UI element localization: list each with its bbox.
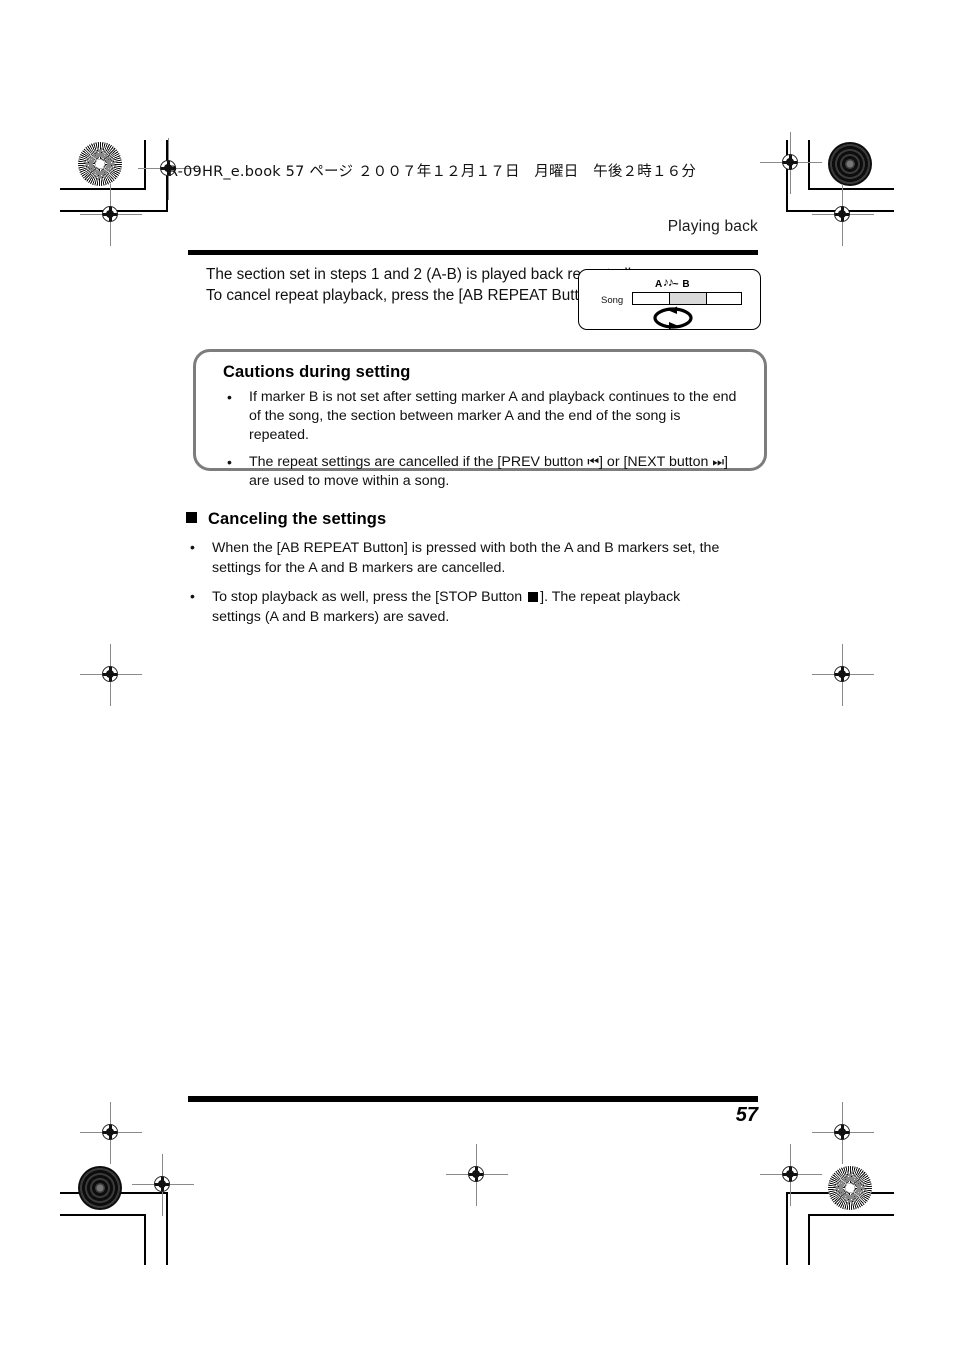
section-heading-label: Canceling the settings xyxy=(208,510,387,528)
canceling-item-2-text-before: To stop playback as well, press the [STO… xyxy=(212,589,527,605)
crop-mark-top-left xyxy=(60,140,210,250)
registration-mark-bottom-right-outer xyxy=(812,1102,874,1164)
caution-item-2-text-middle: ] or [NEXT button xyxy=(599,454,713,470)
next-button-icon: ⏭ xyxy=(712,455,725,470)
registration-mark-bottom-center xyxy=(446,1144,508,1206)
section-square-icon xyxy=(186,512,197,523)
canceling-list: • When the [AB REPEAT Button] is pressed… xyxy=(186,538,731,636)
timeline-segment-a-to-b xyxy=(669,293,708,304)
bullet-icon: • xyxy=(190,588,195,604)
caution-item-2-text-before: The repeat settings are cancelled if the… xyxy=(249,454,588,470)
registration-mark-top-left-outer xyxy=(80,184,142,246)
registration-mark-bottom-left-inner xyxy=(132,1154,194,1216)
caution-item-1: • If marker B is not set after setting m… xyxy=(223,388,743,445)
registration-mark-bottom-left-outer xyxy=(80,1102,142,1164)
header-rule xyxy=(188,250,758,255)
bullet-icon: • xyxy=(227,389,232,405)
song-timeline-bar xyxy=(632,292,742,305)
repeat-loop-icon xyxy=(653,306,693,330)
running-head: Playing back xyxy=(667,218,758,235)
bullet-icon: • xyxy=(227,454,232,470)
footer-rule xyxy=(188,1096,758,1102)
cautions-title: Cautions during setting xyxy=(223,363,411,381)
cautions-list: • If marker B is not set after setting m… xyxy=(223,388,743,499)
song-label: Song xyxy=(601,295,624,306)
registration-mark-top-right-outer xyxy=(812,184,874,246)
caution-item-2-text: The repeat settings are cancelled if the… xyxy=(249,453,743,491)
canceling-item-1: • When the [AB REPEAT Button] is pressed… xyxy=(186,538,731,578)
registration-mark-bottom-right-inner xyxy=(760,1144,822,1206)
caution-item-2: • The repeat settings are cancelled if t… xyxy=(223,453,743,491)
print-file-header: R-09HR_e.book 57 ページ ２００７年１２月１７日 月曜日 午後２… xyxy=(168,164,697,180)
marker-b-label: B xyxy=(682,279,691,290)
rosette-target-bottom-left xyxy=(78,1166,122,1210)
rosette-target-top-right xyxy=(828,142,872,186)
tilde-label: ~ xyxy=(672,279,680,290)
stop-square-icon xyxy=(528,592,539,602)
section-heading-canceling: Canceling the settings xyxy=(186,510,386,529)
intro-line-1: The section set in steps 1 and 2 (A-B) i… xyxy=(206,266,642,283)
crop-mark-bottom-left xyxy=(60,1150,210,1265)
cautions-callout: Cautions during setting • If marker B is… xyxy=(193,349,767,489)
canceling-item-2: • To stop playback as well, press the [S… xyxy=(186,587,731,627)
registration-mark-right-middle xyxy=(812,644,874,706)
manual-page: R-09HR_e.book 57 ページ ２００７年１２月１７日 月曜日 午後２… xyxy=(0,0,954,1351)
canceling-item-1-text: When the [AB REPEAT Button] is pressed w… xyxy=(212,540,720,576)
ab-marker-labels: A♪♪~ B xyxy=(655,275,691,290)
intro-line-2: To cancel repeat playback, press the [AB… xyxy=(206,287,646,304)
crop-mark-top-right xyxy=(744,140,894,250)
rosette-target-bottom-right xyxy=(828,1166,872,1210)
registration-mark-top-right-inner xyxy=(760,132,822,194)
rosette-target-top-left xyxy=(78,142,122,186)
registration-mark-left-middle xyxy=(80,644,142,706)
music-note-icon: ♪♪ xyxy=(662,275,674,289)
timeline-segment-after-b xyxy=(707,293,741,304)
canceling-item-2-text: To stop playback as well, press the [STO… xyxy=(212,587,731,627)
crop-mark-bottom-right xyxy=(744,1150,894,1265)
intro-paragraph: The section set in steps 1 and 2 (A-B) i… xyxy=(206,264,646,306)
ab-repeat-diagram: Song A♪♪~ B xyxy=(578,269,761,330)
prev-button-icon: ⏮ xyxy=(587,455,600,470)
timeline-segment-before-a xyxy=(633,293,670,304)
caution-item-1-text: If marker B is not set after setting mar… xyxy=(249,389,737,443)
marker-a-label: A xyxy=(655,279,663,290)
page-number: 57 xyxy=(735,1104,758,1126)
bullet-icon: • xyxy=(190,539,195,555)
